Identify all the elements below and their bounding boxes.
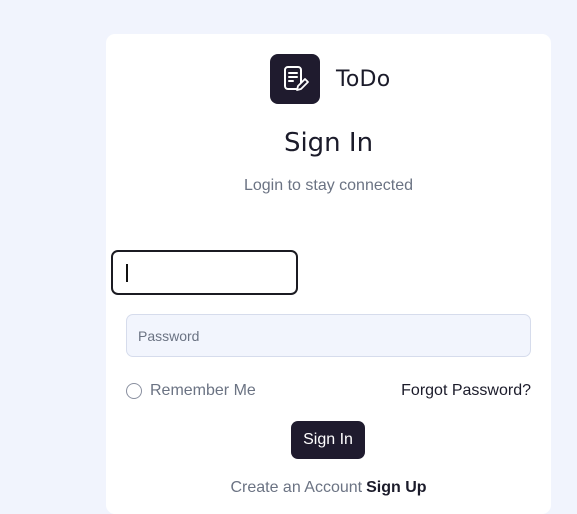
sign-up-link[interactable]: Sign Up xyxy=(366,479,426,496)
sign-in-button[interactable]: Sign In xyxy=(291,421,365,459)
create-account-text: Create an Account xyxy=(230,479,363,496)
remember-me-label: Remember Me xyxy=(150,382,256,399)
sign-in-card: ToDo Sign In Login to stay connected Rem… xyxy=(106,34,551,514)
forgot-password-link[interactable]: Forgot Password? xyxy=(401,382,531,400)
text-caret xyxy=(126,264,128,282)
create-account-row: Create an Account Sign Up xyxy=(106,479,551,497)
remember-me[interactable]: Remember Me xyxy=(126,382,256,400)
password-field[interactable] xyxy=(126,314,531,357)
brand: ToDo xyxy=(270,54,390,104)
page-title: Sign In xyxy=(283,128,374,158)
remember-me-radio[interactable] xyxy=(126,383,142,399)
app-logo xyxy=(270,54,320,104)
page-subtitle: Login to stay connected xyxy=(243,177,413,194)
username-field[interactable] xyxy=(111,250,298,295)
notepad-edit-icon xyxy=(284,66,309,91)
app-name: ToDo xyxy=(336,66,391,92)
